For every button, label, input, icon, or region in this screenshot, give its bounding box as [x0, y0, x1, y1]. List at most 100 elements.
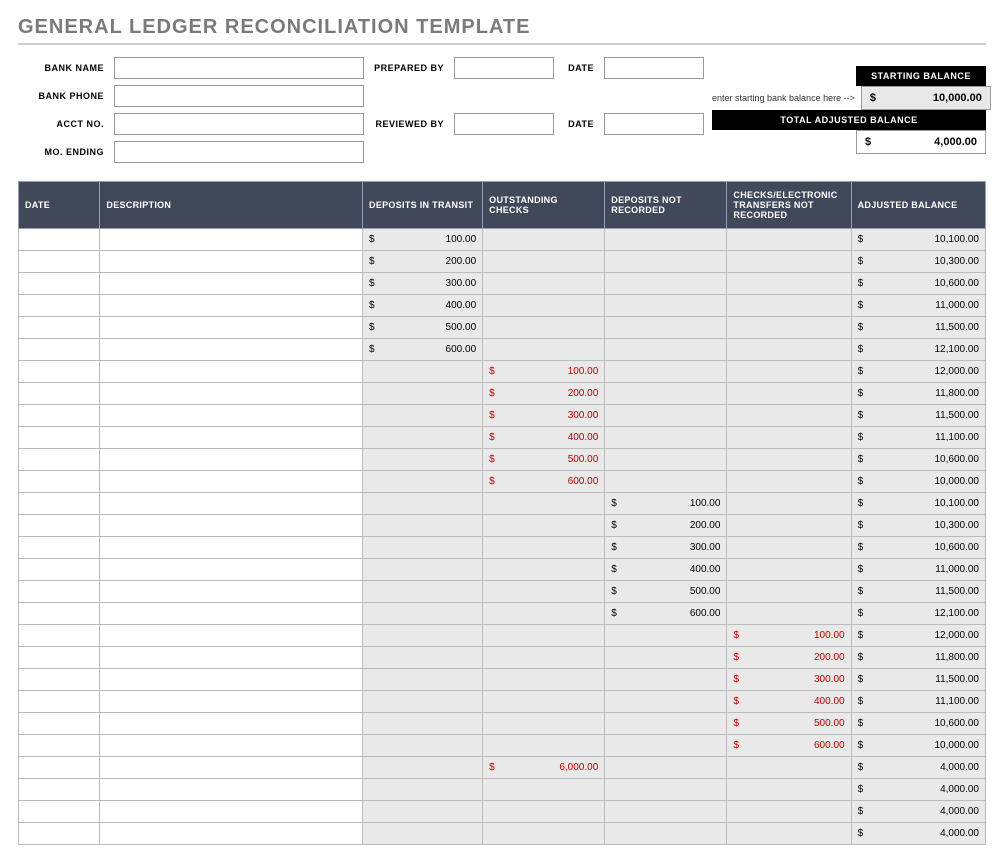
- cell[interactable]: [483, 251, 605, 273]
- cell[interactable]: [363, 779, 483, 801]
- cell-description[interactable]: [100, 713, 363, 735]
- cell[interactable]: $12,100.00: [851, 603, 985, 625]
- cell-date[interactable]: [19, 427, 100, 449]
- cell-description[interactable]: [100, 735, 363, 757]
- cell[interactable]: [727, 801, 851, 823]
- cell-date[interactable]: [19, 515, 100, 537]
- cell[interactable]: $300.00: [363, 273, 483, 295]
- cell[interactable]: $11,000.00: [851, 295, 985, 317]
- cell[interactable]: $300.00: [605, 537, 727, 559]
- cell[interactable]: [363, 383, 483, 405]
- cell[interactable]: [483, 537, 605, 559]
- cell[interactable]: [363, 757, 483, 779]
- cell[interactable]: [363, 405, 483, 427]
- cell-date[interactable]: [19, 449, 100, 471]
- cell-date[interactable]: [19, 581, 100, 603]
- cell[interactable]: $10,100.00: [851, 229, 985, 251]
- cell-description[interactable]: [100, 295, 363, 317]
- cell[interactable]: [363, 625, 483, 647]
- cell[interactable]: $11,000.00: [851, 559, 985, 581]
- cell[interactable]: $100.00: [363, 229, 483, 251]
- cell[interactable]: $10,300.00: [851, 251, 985, 273]
- cell[interactable]: [727, 383, 851, 405]
- cell-description[interactable]: [100, 339, 363, 361]
- cell[interactable]: $4,000.00: [851, 757, 985, 779]
- cell[interactable]: [483, 603, 605, 625]
- cell-date[interactable]: [19, 317, 100, 339]
- cell[interactable]: [483, 669, 605, 691]
- cell[interactable]: [363, 471, 483, 493]
- cell[interactable]: [483, 823, 605, 845]
- cell[interactable]: [727, 493, 851, 515]
- date-field-1[interactable]: [604, 57, 704, 79]
- cell[interactable]: [605, 801, 727, 823]
- cell-date[interactable]: [19, 757, 100, 779]
- cell[interactable]: $200.00: [727, 647, 851, 669]
- cell[interactable]: $400.00: [727, 691, 851, 713]
- cell-description[interactable]: [100, 691, 363, 713]
- cell-date[interactable]: [19, 801, 100, 823]
- cell[interactable]: $200.00: [483, 383, 605, 405]
- cell-description[interactable]: [100, 471, 363, 493]
- cell-description[interactable]: [100, 603, 363, 625]
- cell[interactable]: $11,500.00: [851, 405, 985, 427]
- cell-date[interactable]: [19, 295, 100, 317]
- cell[interactable]: [727, 317, 851, 339]
- cell-description[interactable]: [100, 801, 363, 823]
- cell[interactable]: [605, 339, 727, 361]
- cell[interactable]: [483, 581, 605, 603]
- cell-description[interactable]: [100, 493, 363, 515]
- cell[interactable]: [363, 427, 483, 449]
- cell-date[interactable]: [19, 735, 100, 757]
- cell[interactable]: [727, 559, 851, 581]
- cell[interactable]: [605, 757, 727, 779]
- cell[interactable]: $11,500.00: [851, 581, 985, 603]
- cell[interactable]: $600.00: [605, 603, 727, 625]
- cell[interactable]: [363, 515, 483, 537]
- cell[interactable]: $600.00: [483, 471, 605, 493]
- cell[interactable]: [605, 735, 727, 757]
- cell[interactable]: $100.00: [483, 361, 605, 383]
- cell[interactable]: [363, 713, 483, 735]
- cell-date[interactable]: [19, 383, 100, 405]
- cell[interactable]: [727, 251, 851, 273]
- cell-description[interactable]: [100, 449, 363, 471]
- cell-description[interactable]: [100, 625, 363, 647]
- cell[interactable]: [727, 427, 851, 449]
- cell-description[interactable]: [100, 537, 363, 559]
- cell[interactable]: [727, 537, 851, 559]
- cell-date[interactable]: [19, 647, 100, 669]
- cell[interactable]: [605, 449, 727, 471]
- cell[interactable]: $200.00: [363, 251, 483, 273]
- cell[interactable]: $10,300.00: [851, 515, 985, 537]
- cell[interactable]: $6,000.00: [483, 757, 605, 779]
- cell-date[interactable]: [19, 537, 100, 559]
- cell[interactable]: [605, 823, 727, 845]
- cell-description[interactable]: [100, 581, 363, 603]
- cell[interactable]: [363, 361, 483, 383]
- bank-name-field[interactable]: [114, 57, 364, 79]
- reviewed-by-field[interactable]: [454, 113, 554, 135]
- cell[interactable]: [483, 515, 605, 537]
- cell[interactable]: [363, 735, 483, 757]
- cell[interactable]: [483, 779, 605, 801]
- cell[interactable]: $500.00: [605, 581, 727, 603]
- cell[interactable]: $10,600.00: [851, 273, 985, 295]
- cell[interactable]: [363, 493, 483, 515]
- cell[interactable]: [363, 603, 483, 625]
- cell[interactable]: $12,000.00: [851, 625, 985, 647]
- cell[interactable]: [727, 757, 851, 779]
- cell-date[interactable]: [19, 603, 100, 625]
- cell-description[interactable]: [100, 383, 363, 405]
- cell[interactable]: [605, 647, 727, 669]
- cell[interactable]: $4,000.00: [851, 779, 985, 801]
- cell[interactable]: [483, 317, 605, 339]
- cell[interactable]: [483, 229, 605, 251]
- cell[interactable]: [363, 647, 483, 669]
- cell[interactable]: $200.00: [605, 515, 727, 537]
- cell-date[interactable]: [19, 493, 100, 515]
- cell[interactable]: $600.00: [363, 339, 483, 361]
- cell-date[interactable]: [19, 779, 100, 801]
- cell[interactable]: [605, 625, 727, 647]
- cell[interactable]: [483, 493, 605, 515]
